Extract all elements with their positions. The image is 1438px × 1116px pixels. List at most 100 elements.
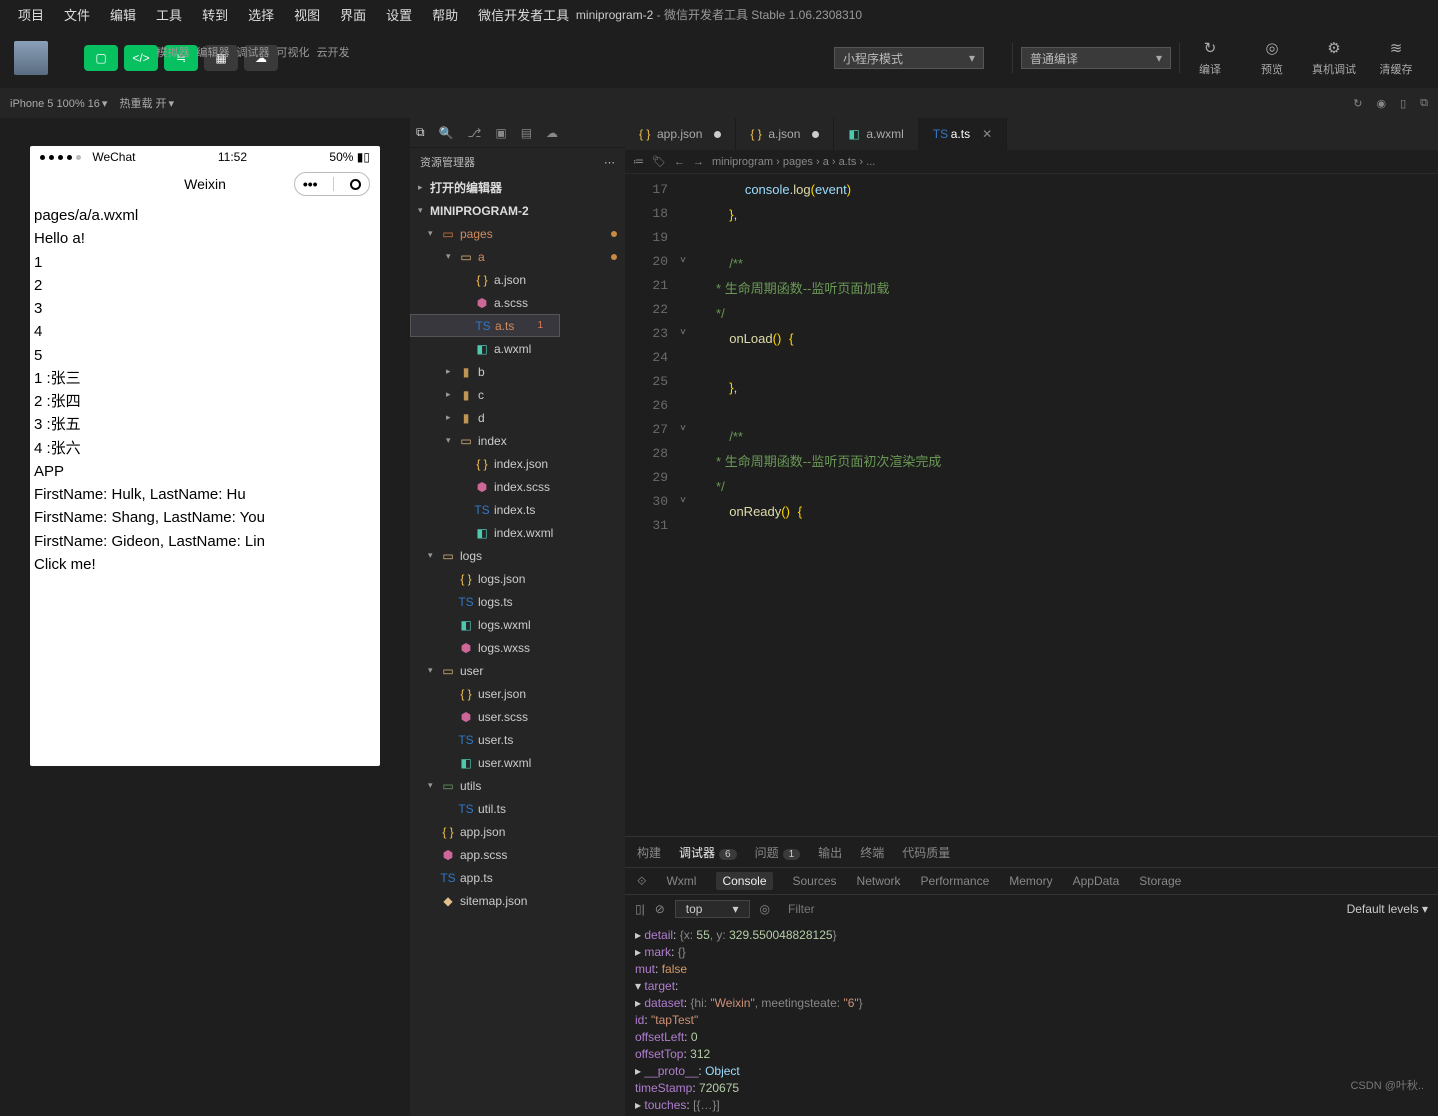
tree-item-a[interactable]: ▾ ▭ a (410, 245, 625, 268)
tree-item-util.ts[interactable]: TS util.ts (410, 797, 625, 820)
tree-item-a.ts[interactable]: TS a.ts 1 (410, 314, 560, 337)
tree-item-index.scss[interactable]: ⬢ index.scss (410, 475, 625, 498)
tree-item-logs[interactable]: ▾ ▭ logs (410, 544, 625, 567)
code-editor[interactable]: 171819202122232425262728293031 ˅˅˅˅ cons… (625, 174, 1438, 836)
menu-文件[interactable]: 文件 (54, 8, 100, 23)
crumb-item[interactable]: pages (783, 156, 813, 168)
eye-icon[interactable]: ◎ (760, 902, 770, 916)
menu-微信开发者工具[interactable]: 微信开发者工具 (468, 8, 579, 23)
console-output[interactable]: ▸ detail: {x: 55, y: 329.550048828125}▸ … (625, 923, 1438, 1116)
back-icon[interactable]: ← (674, 156, 685, 168)
menu-帮助[interactable]: 帮助 (422, 8, 468, 23)
phone-preview[interactable]: WeChat 11:52 50% ▮▯ Weixin ••• pages/a/a… (30, 146, 380, 766)
devtab-Storage[interactable]: Storage (1139, 874, 1181, 888)
panel-tab-终端[interactable]: 终端 (860, 844, 884, 861)
project-root[interactable]: ▾MINIPROGRAM-2 (410, 199, 625, 222)
tree-item-app.ts[interactable]: TS app.ts (410, 866, 625, 889)
box-icon[interactable]: ▣ (495, 126, 506, 140)
refresh-icon[interactable]: ↻ (1353, 97, 1362, 110)
tree-item-logs.ts[interactable]: TS logs.ts (410, 590, 625, 613)
orientation-icon[interactable]: ▯ (1400, 97, 1406, 110)
menu-视图[interactable]: 视图 (284, 8, 330, 23)
stop-icon[interactable]: ▯| (635, 902, 645, 916)
tree-item-a.json[interactable]: { } a.json (410, 268, 625, 291)
menu-编辑[interactable]: 编辑 (100, 8, 146, 23)
elements-icon[interactable]: ⟐ (637, 874, 646, 889)
devtab-Memory[interactable]: Memory (1009, 874, 1052, 888)
devtab-Console[interactable]: Console (716, 872, 772, 890)
more-icon[interactable]: ⋯ (604, 156, 615, 169)
code-body[interactable]: console.log(event) }, /** * 生命周期函数--监听页面… (698, 174, 1438, 836)
toolbar-预览[interactable]: ◎预览 (1250, 39, 1294, 77)
menu-设置[interactable]: 设置 (376, 8, 422, 23)
forward-icon[interactable]: → (693, 156, 704, 168)
crumb-item[interactable]: a.ts (839, 156, 857, 168)
panel-tab-代码质量[interactable]: 代码质量 (902, 844, 950, 861)
bookmark-icon[interactable]: 🏷 (652, 155, 666, 168)
menu-转到[interactable]: 转到 (192, 8, 238, 23)
tree-item-utils[interactable]: ▾ ▭ utils (410, 774, 625, 797)
menu-工具[interactable]: 工具 (146, 8, 192, 23)
files-icon[interactable]: ⧉ (416, 125, 425, 140)
log-levels[interactable]: Default levels ▾ (1347, 902, 1428, 916)
hot-reload[interactable]: 热重载 开▾ (119, 95, 174, 111)
menu-项目[interactable]: 项目 (8, 8, 54, 23)
devtab-AppData[interactable]: AppData (1073, 874, 1120, 888)
tree-item-index.ts[interactable]: TS index.ts (410, 498, 625, 521)
capsule-menu[interactable]: ••• (294, 172, 370, 196)
tab-app.json[interactable]: { } app.json (625, 118, 736, 150)
tree-item-logs.json[interactable]: { } logs.json (410, 567, 625, 590)
opened-editors-section[interactable]: ▸打开的编辑器 (410, 176, 625, 199)
record-icon[interactable]: ◉ (1376, 97, 1386, 110)
tree-item-c[interactable]: ▸ ▮ c (410, 383, 625, 406)
panel-tab-输出[interactable]: 输出 (818, 844, 842, 861)
cloud-icon[interactable]: ☁ (546, 126, 558, 140)
tree-item-user.ts[interactable]: TS user.ts (410, 728, 625, 751)
tree-item-a.wxml[interactable]: ◧ a.wxml (410, 337, 625, 360)
mute-icon[interactable]: ⧉ (1420, 97, 1428, 110)
tree-item-sitemap.json[interactable]: ◆ sitemap.json (410, 889, 625, 912)
simulator-button[interactable]: ▢ (84, 45, 118, 71)
editor-button[interactable]: </> (124, 45, 158, 71)
tab-a.wxml[interactable]: ◧ a.wxml (834, 118, 918, 150)
tree-item-app.json[interactable]: { } app.json (410, 820, 625, 843)
close-icon[interactable]: ✕ (982, 127, 992, 141)
user-avatar[interactable] (14, 41, 48, 75)
tab-a.json[interactable]: { } a.json (736, 118, 834, 150)
crumb-item[interactable]: a (823, 156, 829, 168)
tree-item-user.json[interactable]: { } user.json (410, 682, 625, 705)
layout-icon[interactable]: ▤ (521, 126, 532, 140)
clear-icon[interactable]: ⊘ (655, 902, 665, 916)
tree-item-d[interactable]: ▸ ▮ d (410, 406, 625, 429)
panel-tab-调试器[interactable]: 调试器6 (679, 844, 737, 861)
device-select[interactable]: iPhone 5 100% 16▾ (10, 97, 107, 110)
panel-tab-构建[interactable]: 构建 (637, 844, 661, 861)
search-icon[interactable]: 🔍 (439, 126, 454, 140)
tree-item-pages[interactable]: ▾ ▭ pages (410, 222, 625, 245)
tree-item-a.scss[interactable]: ⬢ a.scss (410, 291, 625, 314)
toolbar-编译[interactable]: ↻编译 (1188, 39, 1232, 77)
menu-选择[interactable]: 选择 (238, 8, 284, 23)
tree-item-user[interactable]: ▾ ▭ user (410, 659, 625, 682)
tree-item-app.scss[interactable]: ⬢ app.scss (410, 843, 625, 866)
devtab-Wxml[interactable]: Wxml (666, 874, 696, 888)
outline-icon[interactable]: ≔ (633, 155, 644, 168)
tree-item-logs.wxss[interactable]: ⬢ logs.wxss (410, 636, 625, 659)
tab-a.ts[interactable]: TS a.ts ✕ (919, 118, 1007, 150)
tree-item-index[interactable]: ▾ ▭ index (410, 429, 625, 452)
tree-item-index.wxml[interactable]: ◧ index.wxml (410, 521, 625, 544)
fold-column[interactable]: ˅˅˅˅ (680, 174, 698, 836)
context-select[interactable]: top▾ (675, 900, 750, 918)
panel-tab-问题[interactable]: 问题1 (755, 844, 801, 861)
tree-item-b[interactable]: ▸ ▮ b (410, 360, 625, 383)
devtab-Performance[interactable]: Performance (921, 874, 990, 888)
mode-select[interactable]: 小程序模式▾ (834, 47, 984, 69)
crumb-item[interactable]: ... (866, 156, 875, 168)
tree-item-user.wxml[interactable]: ◧ user.wxml (410, 751, 625, 774)
crumb-item[interactable]: miniprogram (712, 156, 773, 168)
toolbar-真机调试[interactable]: ⚙真机调试 (1312, 39, 1356, 77)
tree-item-user.scss[interactable]: ⬢ user.scss (410, 705, 625, 728)
devtab-Network[interactable]: Network (857, 874, 901, 888)
devtab-Sources[interactable]: Sources (793, 874, 837, 888)
tree-item-index.json[interactable]: { } index.json (410, 452, 625, 475)
